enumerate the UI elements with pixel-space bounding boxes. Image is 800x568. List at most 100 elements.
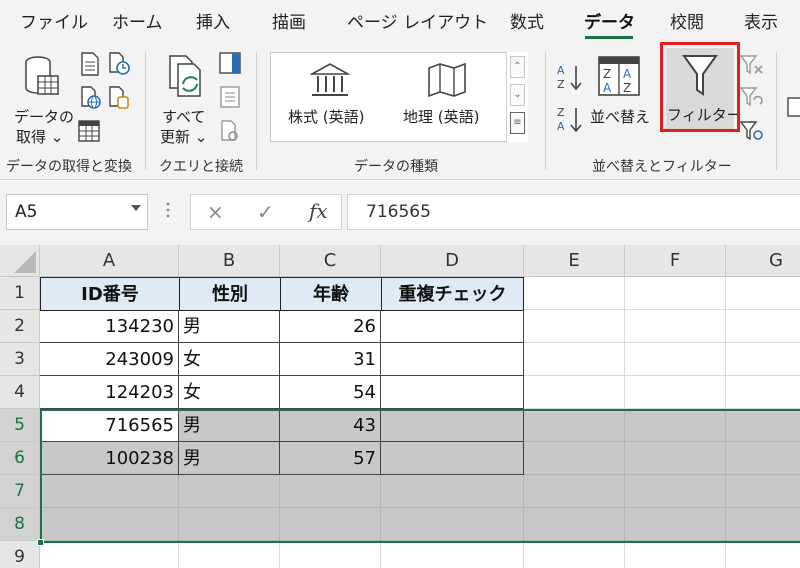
row-header-8[interactable]: 8: [0, 508, 40, 541]
table-cell[interactable]: 男: [179, 442, 280, 475]
cell[interactable]: [625, 277, 726, 310]
column-header-d[interactable]: D: [381, 245, 524, 277]
existing-connections-icon[interactable]: [108, 86, 130, 110]
cell[interactable]: [524, 310, 625, 343]
cell[interactable]: [726, 541, 800, 568]
properties-icon[interactable]: [220, 86, 240, 108]
cell[interactable]: [625, 475, 726, 508]
cell[interactable]: [726, 310, 800, 343]
cell[interactable]: [381, 475, 524, 508]
cell[interactable]: [179, 508, 280, 541]
cell[interactable]: [726, 343, 800, 376]
sort-ascending-icon[interactable]: AZ: [556, 62, 584, 92]
table-cell[interactable]: 54: [280, 376, 381, 409]
gallery-down-arrow-icon[interactable]: ⌄: [510, 84, 525, 106]
gallery-more-icon[interactable]: ≡: [510, 112, 525, 134]
cell[interactable]: [40, 541, 179, 568]
table-cell[interactable]: [381, 409, 524, 442]
cell[interactable]: [625, 310, 726, 343]
get-data-button[interactable]: データの 取得 ⌄: [6, 48, 74, 148]
table-header-cell[interactable]: 年齢: [280, 277, 382, 311]
enter-icon[interactable]: ✓: [257, 200, 274, 224]
cell[interactable]: [625, 376, 726, 409]
cell[interactable]: [40, 508, 179, 541]
table-cell[interactable]: 43: [280, 409, 381, 442]
column-header-f[interactable]: F: [625, 245, 726, 277]
cell[interactable]: [524, 409, 625, 442]
name-box[interactable]: A5: [6, 194, 148, 230]
cell[interactable]: [280, 475, 381, 508]
tab-home[interactable]: ホーム: [112, 8, 163, 33]
table-cell[interactable]: 男: [179, 310, 280, 343]
recent-sources-icon[interactable]: [108, 52, 130, 76]
cell[interactable]: [524, 541, 625, 568]
from-text-icon[interactable]: [80, 52, 100, 76]
insert-function-icon[interactable]: fx: [309, 199, 328, 223]
name-box-dropdown-icon[interactable]: [131, 205, 141, 211]
table-cell[interactable]: 243009: [40, 343, 179, 376]
reapply-filter-icon[interactable]: [740, 86, 764, 108]
clear-filter-icon[interactable]: [740, 54, 764, 76]
table-cell[interactable]: 女: [179, 343, 280, 376]
table-cell[interactable]: [381, 310, 524, 343]
row-header-4[interactable]: 4: [0, 376, 40, 409]
tab-data[interactable]: データ: [584, 8, 635, 33]
tab-insert[interactable]: 挿入: [196, 8, 230, 33]
cell[interactable]: [625, 541, 726, 568]
cell[interactable]: [381, 508, 524, 541]
column-header-g[interactable]: G: [726, 245, 800, 277]
row-header-7[interactable]: 7: [0, 475, 40, 508]
table-header-cell[interactable]: 性別: [179, 277, 281, 311]
row-header-5[interactable]: 5: [0, 409, 40, 442]
column-header-a[interactable]: A: [40, 245, 179, 277]
table-cell[interactable]: 57: [280, 442, 381, 475]
cell[interactable]: [179, 541, 280, 568]
tab-page-layout[interactable]: ページ レイアウト: [347, 8, 488, 33]
stocks-data-type-button[interactable]: 株式 (英語): [278, 56, 388, 138]
tab-review[interactable]: 校閲: [670, 8, 704, 33]
cell[interactable]: [524, 343, 625, 376]
cell[interactable]: [726, 277, 800, 310]
text-to-columns-icon[interactable]: [786, 96, 800, 118]
cell[interactable]: [524, 508, 625, 541]
from-web-icon[interactable]: [80, 86, 102, 110]
tab-draw[interactable]: 描画: [272, 8, 306, 33]
cell[interactable]: [381, 541, 524, 568]
row-header-1[interactable]: 1: [0, 277, 40, 310]
table-cell[interactable]: 26: [280, 310, 381, 343]
advanced-filter-icon[interactable]: [740, 120, 764, 142]
refresh-all-button[interactable]: すべて 更新 ⌄: [152, 48, 214, 148]
cell[interactable]: [726, 475, 800, 508]
column-header-c[interactable]: C: [280, 245, 381, 277]
cell[interactable]: [726, 376, 800, 409]
edit-links-icon[interactable]: [220, 120, 240, 142]
tab-formulas[interactable]: 数式: [510, 8, 544, 33]
sort-descending-icon[interactable]: ZA: [556, 104, 584, 134]
table-cell[interactable]: 女: [179, 376, 280, 409]
formula-input[interactable]: 716565: [347, 194, 800, 230]
tab-view[interactable]: 表示: [744, 8, 778, 33]
sort-button[interactable]: ZAAZ 並べ替え: [588, 50, 654, 140]
row-header-3[interactable]: 3: [0, 343, 40, 376]
cell[interactable]: [524, 277, 625, 310]
column-header-b[interactable]: B: [179, 245, 280, 277]
active-cell[interactable]: 716565: [40, 409, 179, 442]
table-cell[interactable]: [381, 343, 524, 376]
table-cell[interactable]: 134230: [40, 310, 179, 343]
cell[interactable]: [524, 376, 625, 409]
row-header-9[interactable]: 9: [0, 541, 40, 568]
fill-handle[interactable]: [37, 539, 44, 546]
cell[interactable]: [625, 508, 726, 541]
geography-data-type-button[interactable]: 地理 (英語): [395, 56, 505, 138]
table-header-cell[interactable]: ID番号: [40, 277, 180, 311]
from-table-icon[interactable]: [78, 120, 100, 142]
cell[interactable]: [726, 409, 800, 442]
cell[interactable]: [625, 442, 726, 475]
cell[interactable]: [280, 541, 381, 568]
column-header-e[interactable]: E: [524, 245, 625, 277]
cell[interactable]: [40, 475, 179, 508]
select-all-corner[interactable]: [0, 245, 40, 277]
queries-connections-icon[interactable]: [219, 52, 241, 74]
table-cell[interactable]: 124203: [40, 376, 179, 409]
table-cell[interactable]: [381, 376, 524, 409]
